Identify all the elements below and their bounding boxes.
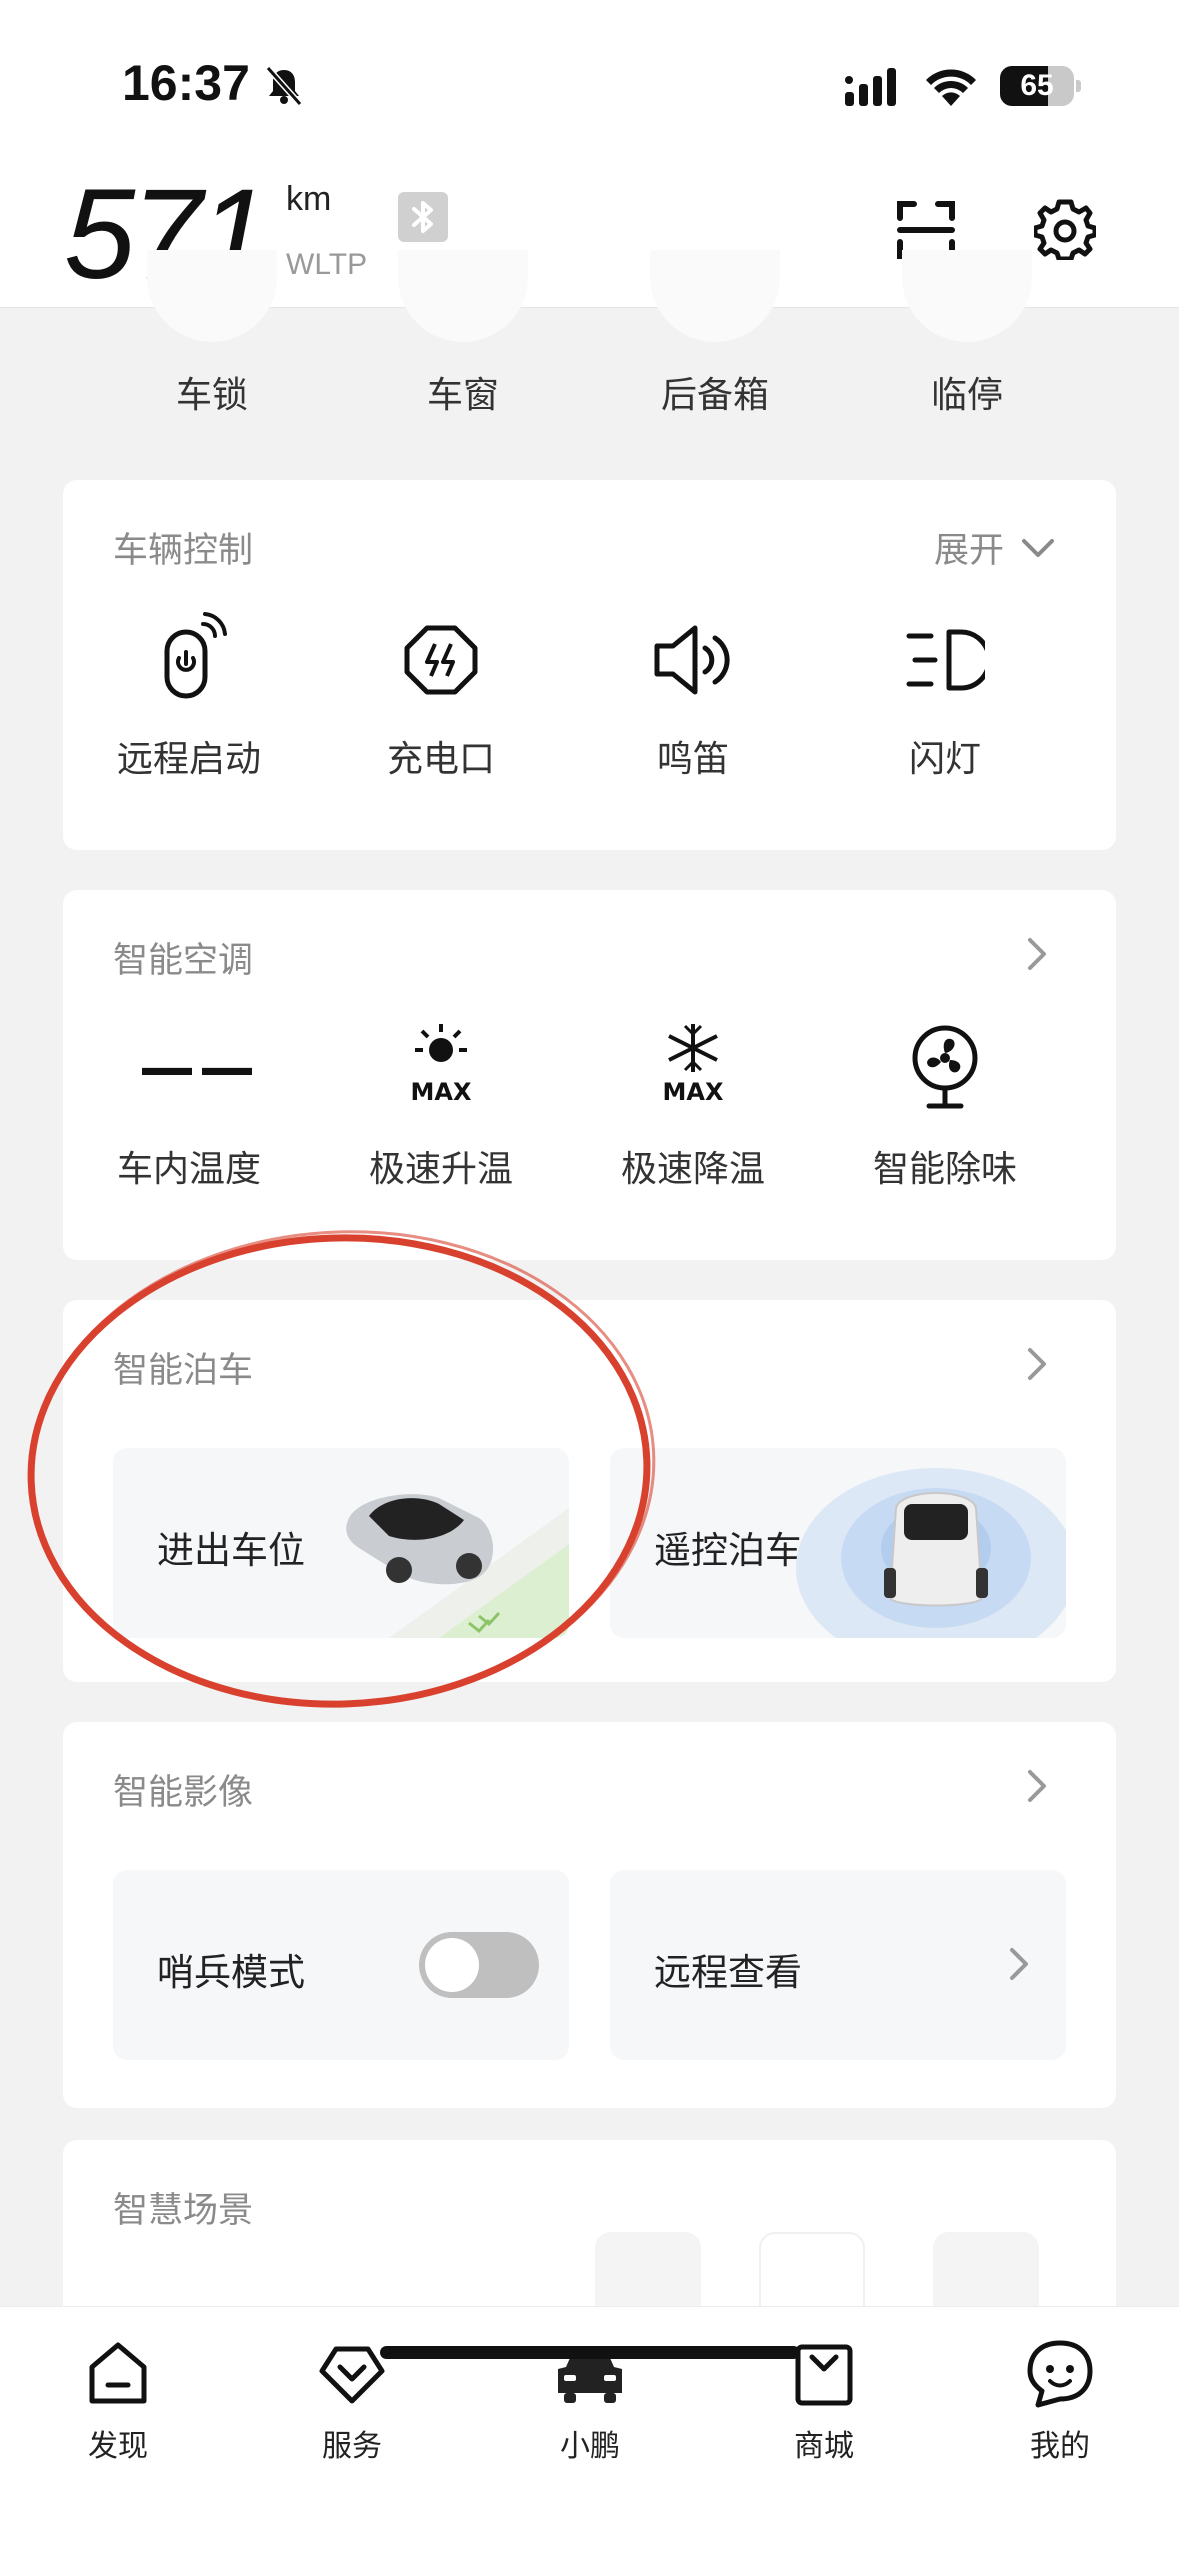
remote-view-label: 远程查看 (654, 1951, 802, 1994)
sentry-mode-label: 哨兵模式 (157, 1951, 305, 1994)
remote-parking-icon (796, 1468, 1066, 1638)
battery-level: 65 (1020, 69, 1054, 102)
remote-start-button[interactable]: 远程启动 (63, 610, 315, 800)
home-indicator (380, 2346, 800, 2359)
fan-icon (912, 1025, 978, 1109)
status-bar: 16:37 65 (0, 0, 1179, 150)
bell-muted-icon (265, 66, 303, 106)
temp-park-button-bg[interactable] (902, 250, 1032, 342)
camera-card: 智能影像 哨兵模式 远程查看 (63, 1722, 1116, 2108)
bluetooth-icon[interactable] (398, 192, 448, 242)
parking-title: 智能泊车 (113, 1351, 254, 1391)
max-cool-badge: MAX (662, 1078, 724, 1106)
chevron-right-icon[interactable] (1020, 1766, 1054, 1806)
max-cool-button[interactable]: MAX 极速降温 (567, 1020, 819, 1210)
nav-service[interactable]: 服务 (272, 2337, 432, 2487)
cabin-temperature-label: 车内温度 (116, 1149, 261, 1190)
flash-lights-label: 闪灯 (908, 739, 981, 780)
profile-icon (1027, 2340, 1093, 2408)
cabin-temperature[interactable]: —— 车内温度 (63, 1020, 315, 1210)
service-icon (319, 2346, 385, 2404)
charge-port-label: 充电口 (386, 739, 495, 780)
chevron-right-icon (1010, 1948, 1028, 1980)
home-icon (89, 2342, 147, 2404)
max-heat-label: 极速升温 (368, 1149, 513, 1190)
bottom-nav: 发现 服务 小鹏 商城 我的 (0, 2306, 1179, 2556)
smart-deodorize-button[interactable]: 智能除味 (819, 1020, 1071, 1210)
camera-title: 智能影像 (113, 1773, 254, 1813)
horn-label: 鸣笛 (656, 739, 729, 780)
temp-park-label[interactable]: 临停 (867, 366, 1067, 418)
max-cool-label: 极速降温 (620, 1149, 765, 1190)
nav-service-label: 服务 (322, 2429, 382, 2464)
trunk-label[interactable]: 后备箱 (615, 366, 815, 418)
expand-label: 展开 (933, 531, 1004, 571)
car-parking-icon (346, 1494, 569, 1638)
sentry-mode-toggle[interactable] (419, 1932, 539, 1998)
chevron-right-icon[interactable] (1020, 934, 1054, 974)
charge-port-button[interactable]: 充电口 (315, 610, 567, 800)
smart-deodorize-label: 智能除味 (872, 1149, 1017, 1190)
remote-parking-tile[interactable]: 遥控泊车 (610, 1448, 1066, 1638)
lock-button-bg[interactable] (147, 250, 277, 342)
sentry-mode-tile: 哨兵模式 (113, 1870, 569, 2060)
cellular-signal-icon (845, 68, 896, 106)
wifi-icon (926, 69, 976, 106)
flash-lights-button[interactable]: 闪灯 (819, 610, 1071, 800)
nav-profile[interactable]: 我的 (980, 2337, 1140, 2487)
status-time: 16:37 (122, 55, 250, 111)
scenes-title: 智慧场景 (113, 2191, 254, 2231)
remote-start-icon (164, 612, 227, 699)
nav-shop-label: 商城 (794, 2429, 854, 2464)
nav-discover-label: 发现 (88, 2429, 148, 2464)
toggle-knob (425, 1938, 479, 1992)
climate-card: 智能空调 —— 车内温度 MAX 极速升温 MAX 极速降温 智能除味 (63, 890, 1116, 1260)
remote-view-tile[interactable]: 远程查看 (610, 1870, 1066, 2060)
charge-port-icon (404, 625, 478, 695)
nav-xpeng-label: 小鹏 (560, 2429, 620, 2464)
range-standard: WLTP (286, 248, 368, 281)
chevron-down-icon (1022, 538, 1054, 557)
remote-parking-label: 遥控泊车 (654, 1529, 802, 1572)
horn-icon (654, 625, 730, 695)
nav-shop[interactable]: 商城 (744, 2337, 904, 2487)
remote-start-label: 远程启动 (116, 739, 261, 780)
window-label[interactable]: 车窗 (363, 366, 563, 418)
nav-xpeng[interactable]: 小鹏 (510, 2337, 670, 2487)
quick-actions: 车锁 车窗 后备箱 临停 (0, 250, 1179, 440)
range-unit: km (286, 180, 332, 218)
nav-profile-label: 我的 (1030, 2429, 1090, 2464)
vehicle-control-card: 车辆控制 展开 远程启动 充电口 鸣笛 闪灯 (63, 480, 1116, 850)
park-in-out-tile[interactable]: 进出车位 (113, 1448, 569, 1638)
max-heat-button[interactable]: MAX 极速升温 (315, 1020, 567, 1210)
expand-button[interactable]: 展开 (934, 522, 1056, 573)
horn-button[interactable]: 鸣笛 (567, 610, 819, 800)
lock-label[interactable]: 车锁 (112, 366, 312, 418)
gear-icon[interactable] (1034, 198, 1096, 260)
window-button-bg[interactable] (398, 250, 528, 342)
temperature-value: —— (139, 1020, 259, 1112)
max-heat-badge: MAX (410, 1078, 472, 1106)
park-in-out-label: 进出车位 (157, 1529, 305, 1572)
flash-lights-icon (906, 629, 985, 691)
vehicle-control-title: 车辆控制 (113, 531, 254, 571)
parking-card: 智能泊车 进出车位 遥控泊车 (63, 1300, 1116, 1682)
chevron-right-icon[interactable] (1020, 1344, 1054, 1384)
nav-discover[interactable]: 发现 (38, 2337, 198, 2487)
trunk-button-bg[interactable] (650, 250, 780, 342)
temperature-value-text: —— (139, 1036, 259, 1101)
battery-indicator: 65 (1000, 66, 1081, 106)
climate-title: 智能空调 (113, 941, 254, 981)
